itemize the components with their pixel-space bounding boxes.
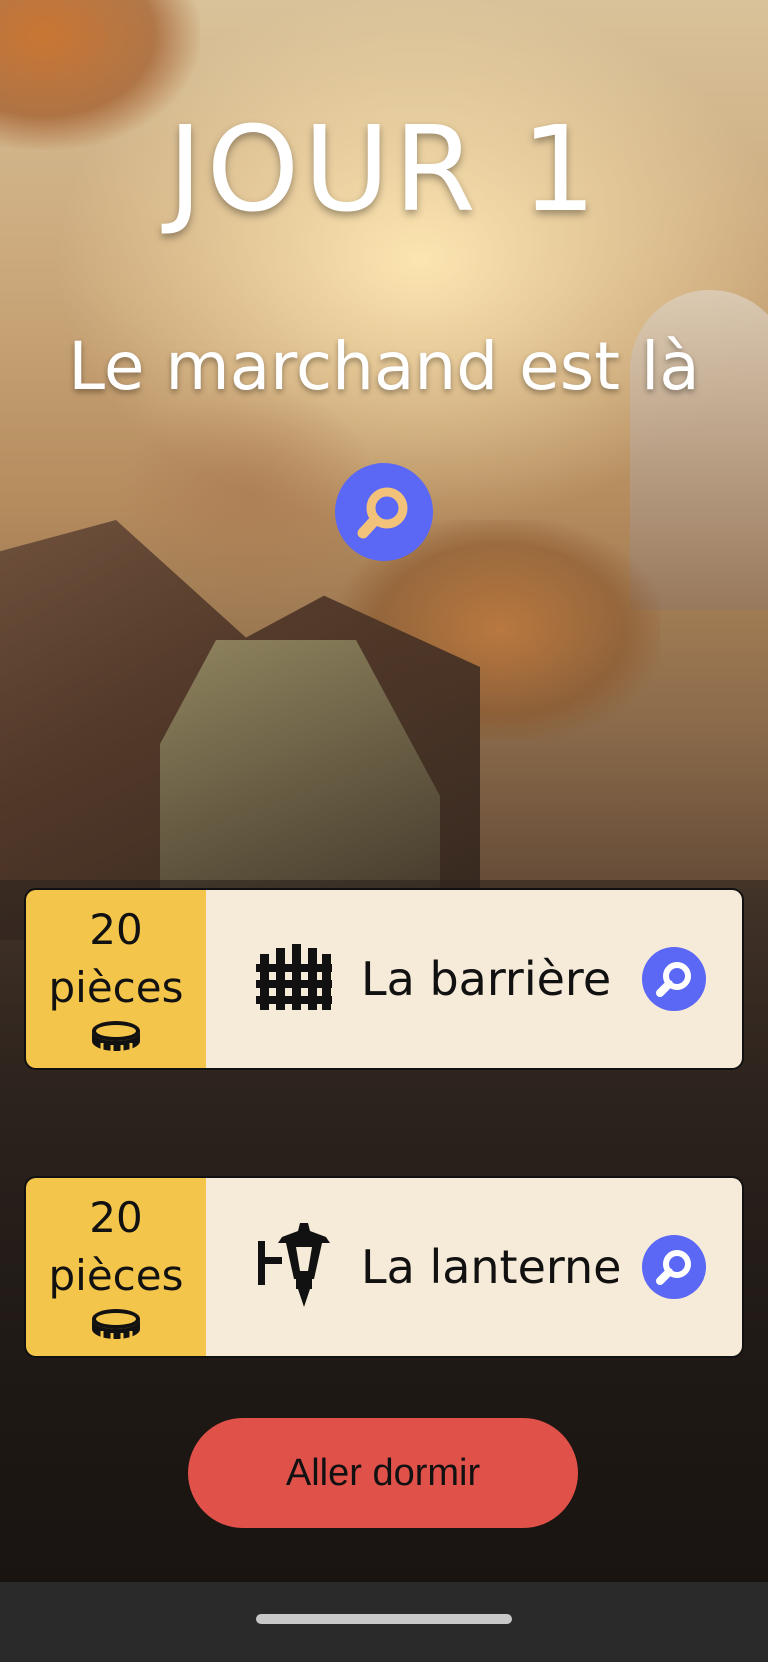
price-amount: 20: [89, 1193, 143, 1242]
price-unit: pièces: [48, 1251, 184, 1300]
go-to-sleep-button[interactable]: Aller dormir: [188, 1418, 578, 1528]
home-indicator[interactable]: [256, 1614, 512, 1624]
merchant-subtitle: Le marchand est là: [68, 328, 700, 405]
merchant-inspect-button[interactable]: [335, 463, 433, 561]
lantern-icon: [256, 1223, 340, 1311]
price-amount: 20: [89, 905, 143, 954]
magnifier-icon: [642, 1235, 706, 1299]
price-tag: 20 pièces: [26, 1178, 206, 1356]
item-name: La barrière: [361, 952, 612, 1006]
inspect-lantern-button[interactable]: [642, 1235, 706, 1299]
fence-icon: [256, 944, 332, 1014]
coin-icon: [90, 1305, 142, 1345]
price-tag: 20 pièces: [26, 890, 206, 1068]
coin-icon: [90, 1017, 142, 1057]
magnifier-icon: [642, 947, 706, 1011]
day-title: JOUR 1: [167, 100, 601, 238]
item-info: La lanterne: [206, 1178, 742, 1356]
inspect-fence-button[interactable]: [642, 947, 706, 1011]
shop-item-lantern[interactable]: 20 pièces La lanterne: [24, 1176, 744, 1358]
magnifier-icon: [335, 463, 433, 561]
item-name: La lanterne: [361, 1240, 622, 1294]
item-info: La barrière: [206, 890, 742, 1068]
shop-item-fence[interactable]: 20 pièces La barrière: [24, 888, 744, 1070]
price-unit: pièces: [48, 963, 184, 1012]
